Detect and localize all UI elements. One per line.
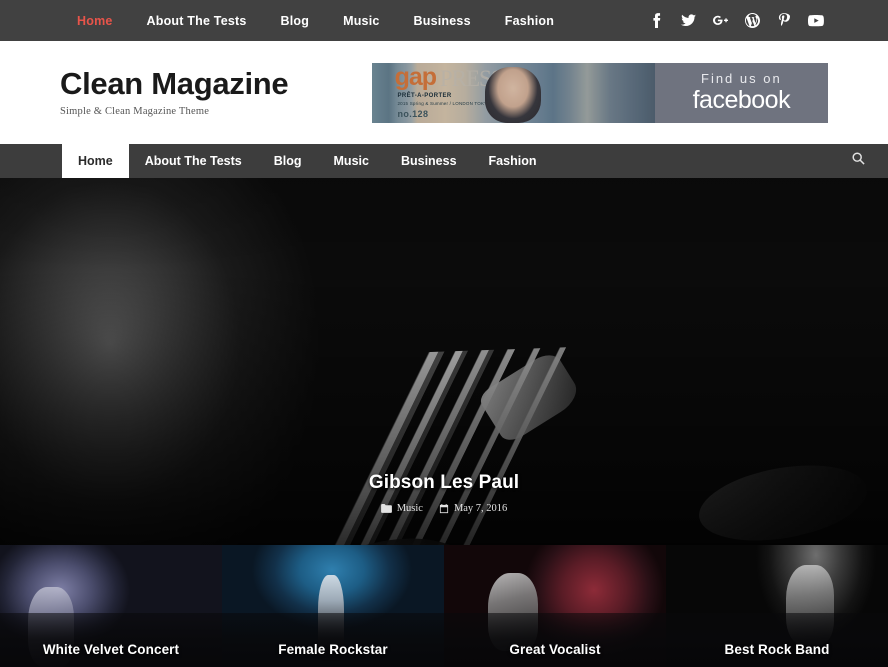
thumbnail-item-white-velvet-concert[interactable]: White Velvet Concert: [0, 545, 222, 667]
search-icon[interactable]: [851, 152, 865, 170]
topnav-item-home[interactable]: Home: [60, 14, 130, 28]
nav-item-music[interactable]: Music: [318, 144, 385, 178]
topnav-item-music[interactable]: Music: [326, 14, 396, 28]
nav-item-about-the-tests[interactable]: About The Tests: [129, 144, 258, 178]
thumbnail-overlay: [222, 613, 444, 667]
topnav-item-blog[interactable]: Blog: [264, 14, 327, 28]
hero-caption: Gibson Les Paul Music May 7, 2016: [0, 472, 888, 514]
ad-find-us-text: Find us on: [701, 70, 782, 86]
thumbnail-item-best-rock-band[interactable]: Best Rock Band: [666, 545, 888, 667]
ad-cover-subtitle-2: 2015 Spring & Summer / LONDON TOKYO: [397, 100, 492, 106]
site-branding: Clean Magazine Simple & Clean Magazine T…: [60, 67, 289, 118]
wordpress-icon[interactable]: [744, 13, 760, 29]
site-title[interactable]: Clean Magazine: [60, 67, 289, 101]
nav-item-fashion[interactable]: Fashion: [473, 144, 553, 178]
ad-facebook-wordmark: facebook: [692, 85, 791, 114]
nav-item-home[interactable]: Home: [62, 144, 129, 178]
ad-cover-brand: gap: [394, 62, 437, 91]
thumbnail-title[interactable]: Female Rockstar: [222, 642, 444, 657]
facebook-icon[interactable]: [648, 13, 664, 29]
search-toggle-button[interactable]: [828, 144, 888, 178]
thumbnail-title[interactable]: Best Rock Band: [666, 642, 888, 657]
main-navigation: Home About The Tests Blog Music Business…: [0, 144, 552, 178]
featured-thumbnail-strip: White Velvet Concert Female Rockstar Gre…: [0, 545, 888, 667]
twitter-icon[interactable]: [680, 13, 696, 29]
thumbnail-title[interactable]: Great Vocalist: [444, 642, 666, 657]
hero-category-label: Music: [396, 503, 423, 514]
ad-facebook-panel[interactable]: Find us on facebook: [654, 62, 828, 123]
google-plus-icon[interactable]: [712, 13, 728, 29]
thumbnail-title[interactable]: White Velvet Concert: [0, 642, 222, 657]
topnav-item-about-the-tests[interactable]: About The Tests: [130, 14, 264, 28]
folder-icon: [380, 504, 392, 513]
ad-cover-issue-number: no.128: [397, 108, 429, 119]
pinterest-icon[interactable]: [776, 13, 792, 29]
main-navigation-bar: Home About The Tests Blog Music Business…: [0, 144, 888, 178]
ad-cover-subtitle: PRÊT-A-PORTER: [397, 92, 452, 99]
top-bar: Home About The Tests Blog Music Business…: [0, 0, 888, 41]
hero-post-meta: Music May 7, 2016: [0, 503, 888, 514]
hero-category[interactable]: Music: [380, 503, 423, 514]
site-tagline: Simple & Clean Magazine Theme: [60, 106, 210, 118]
topnav-item-fashion[interactable]: Fashion: [488, 14, 571, 28]
ad-magazine-image: PRESS gap PRÊT-A-PORTER 2015 Spring & Su…: [372, 62, 655, 123]
calendar-icon: [439, 503, 449, 514]
hero-date: May 7, 2016: [439, 503, 507, 514]
social-links: [648, 13, 876, 29]
branding-row: Clean Magazine Simple & Clean Magazine T…: [0, 41, 888, 144]
thumbnail-item-great-vocalist[interactable]: Great Vocalist: [444, 545, 666, 667]
ad-model-photo: [485, 66, 542, 123]
hero-post-title[interactable]: Gibson Les Paul: [0, 472, 888, 494]
header-advertisement-banner[interactable]: PRESS gap PRÊT-A-PORTER 2015 Spring & Su…: [372, 62, 828, 123]
nav-item-blog[interactable]: Blog: [258, 144, 318, 178]
thumbnail-overlay: [444, 613, 666, 667]
thumbnail-item-female-rockstar[interactable]: Female Rockstar: [222, 545, 444, 667]
thumbnail-overlay: [666, 613, 888, 667]
thumbnail-overlay: [0, 613, 222, 667]
featured-hero-slider[interactable]: Gibson Les Paul Music May 7, 2016: [0, 178, 888, 545]
hero-date-label: May 7, 2016: [453, 503, 508, 514]
top-navigation: Home About The Tests Blog Music Business…: [0, 14, 571, 28]
nav-item-business[interactable]: Business: [385, 144, 473, 178]
youtube-icon[interactable]: [808, 13, 824, 29]
topnav-item-business[interactable]: Business: [397, 14, 488, 28]
